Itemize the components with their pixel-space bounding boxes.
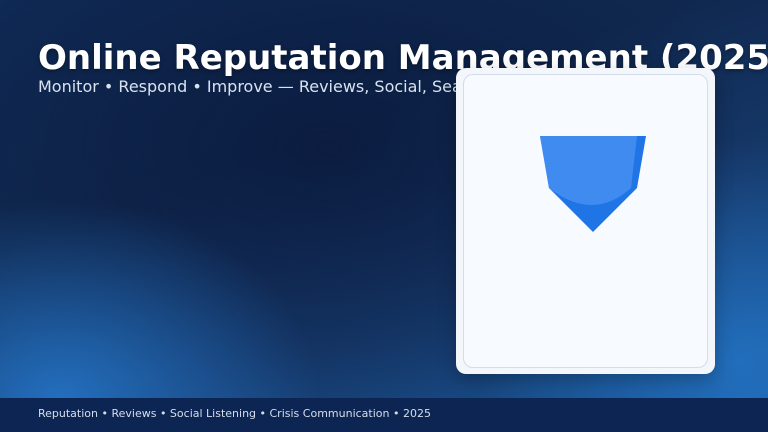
shield-body: [540, 136, 637, 205]
illustration-card: [456, 68, 715, 374]
page-subtitle: Monitor • Respond • Improve — Reviews, S…: [38, 77, 487, 96]
shield-icon: [540, 136, 646, 232]
illustration-card-inner: [463, 74, 708, 368]
footer-text: Reputation • Reviews • Social Listening …: [38, 407, 431, 420]
footer-bar: Reputation • Reviews • Social Listening …: [0, 398, 768, 432]
